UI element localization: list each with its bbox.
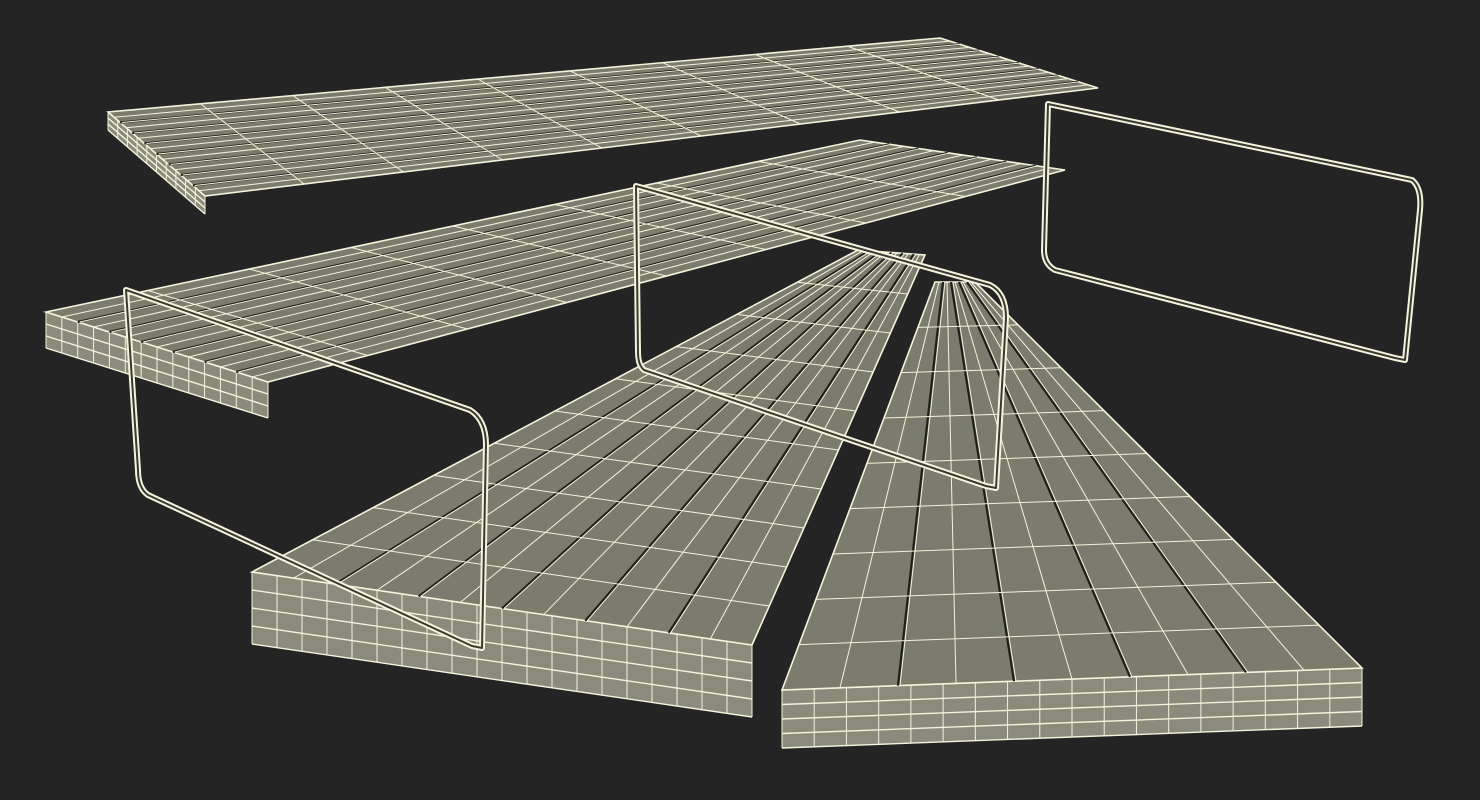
strap-right [1041,101,1424,363]
wireframe-lumber-scene [42,37,1424,749]
render-viewport [0,0,1480,800]
